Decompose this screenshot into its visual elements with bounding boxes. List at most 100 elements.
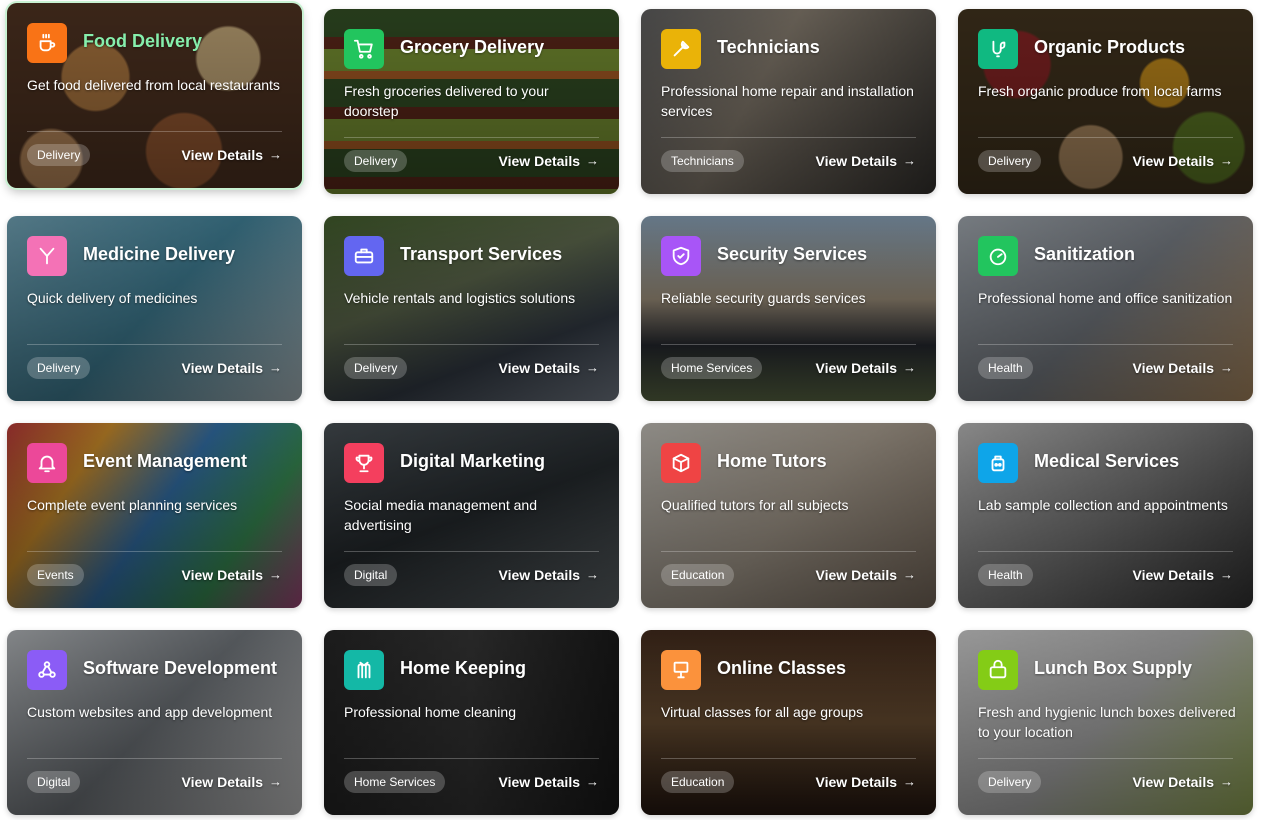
divider [27,344,282,345]
arrow-right-icon: → [269,360,282,375]
card-food-delivery[interactable]: Food Delivery Get food delivered from lo… [7,3,302,188]
divider [344,344,599,345]
category-badge: Education [661,771,735,793]
card-title: Technicians [717,37,820,57]
arrow-right-icon: → [269,774,282,789]
coffee-cup-icon [27,23,67,63]
view-details-link[interactable]: View Details → [499,151,599,171]
card-description: Custom websites and app development [27,704,273,720]
view-details-link[interactable]: View Details → [816,151,916,171]
card-description: Quick delivery of medicines [27,290,198,306]
category-badge: Delivery [27,357,91,379]
category-badge: Digital [27,771,81,793]
lunch-box-icon [978,650,1018,690]
card-home-keeping[interactable]: Home Keeping Professional home cleaning … [324,630,619,815]
card-organic-products[interactable]: Organic Products Fresh organic produce f… [958,9,1253,194]
category-badge: Delivery [978,771,1042,793]
card-online-classes[interactable]: Online Classes Virtual classes for all a… [641,630,936,815]
arrow-right-icon: → [1220,153,1233,168]
view-details-link[interactable]: View Details → [1133,565,1233,585]
card-title: Home Keeping [400,658,527,678]
view-details-label: View Details [498,153,580,169]
card-title: Lunch Box Supply [1034,658,1193,678]
view-details-label: View Details [498,774,580,790]
broom-icon [344,650,384,690]
view-details-link[interactable]: View Details → [499,358,599,378]
view-details-label: View Details [498,360,580,376]
card-home-tutors[interactable]: Home Tutors Qualified tutors for all sub… [641,423,936,608]
view-details-label: View Details [181,360,263,376]
card-technicians[interactable]: Technicians Professional home repair and… [641,9,936,194]
card-description: Vehicle rentals and logistics solutions [344,290,576,306]
view-details-label: View Details [181,147,263,163]
card-title: Home Tutors [717,451,827,471]
divider [661,551,916,552]
view-details-link[interactable]: View Details → [816,565,916,585]
card-title: Medical Services [1034,451,1180,471]
card-software-development[interactable]: Software Development Custom websites and… [7,630,302,815]
arrow-right-icon: → [586,153,599,168]
category-badge: Digital [344,564,398,586]
view-details-label: View Details [815,567,897,583]
category-badge: Education [661,564,735,586]
view-details-link[interactable]: View Details → [499,565,599,585]
category-badge: Events [27,564,84,586]
divider [27,131,282,132]
card-description: Get food delivered from local restaurant… [27,77,280,93]
shopping-cart-icon [344,29,384,69]
card-medical-services[interactable]: Medical Services Lab sample collection a… [958,423,1253,608]
arrow-right-icon: → [269,147,282,162]
medicine-icon [27,236,67,276]
card-event-management[interactable]: Event Management Complete event planning… [7,423,302,608]
cube-icon [661,443,701,483]
card-title: Transport Services [400,244,563,264]
card-title: Sanitization [1034,244,1136,264]
card-medicine-delivery[interactable]: Medicine Delivery Quick delivery of medi… [7,216,302,401]
view-details-link[interactable]: View Details → [1133,772,1233,792]
presentation-icon [661,650,701,690]
card-title: Event Management [83,451,248,471]
divider [661,758,916,759]
arrow-right-icon: → [903,567,916,582]
card-security-services[interactable]: Security Services Reliable security guar… [641,216,936,401]
card-description: Professional home cleaning [344,704,516,720]
gauge-icon [978,236,1018,276]
view-details-link[interactable]: View Details → [1133,151,1233,171]
card-title: Digital Marketing [400,451,546,471]
category-badge: Health [978,564,1033,586]
view-details-link[interactable]: View Details → [499,772,599,792]
view-details-link[interactable]: View Details → [816,772,916,792]
card-description: Social media management and advertising [344,497,538,533]
divider [27,758,282,759]
view-details-link[interactable]: View Details → [182,772,282,792]
view-details-link[interactable]: View Details → [182,565,282,585]
card-description: Fresh groceries delivered to your doorst… [344,83,549,119]
view-details-label: View Details [181,567,263,583]
view-details-label: View Details [815,360,897,376]
card-lunch-box-supply[interactable]: Lunch Box Supply Fresh and hygienic lunc… [958,630,1253,815]
sprout-icon [978,29,1018,69]
view-details-link[interactable]: View Details → [1133,358,1233,378]
view-details-link[interactable]: View Details → [182,358,282,378]
card-description: Complete event planning services [27,497,238,513]
view-details-label: View Details [181,774,263,790]
divider [344,551,599,552]
view-details-label: View Details [1132,153,1214,169]
trophy-icon [344,443,384,483]
bell-icon [27,443,67,483]
arrow-right-icon: → [903,360,916,375]
divider [978,758,1233,759]
divider [27,551,282,552]
view-details-link[interactable]: View Details → [816,358,916,378]
view-details-label: View Details [1132,774,1214,790]
divider [344,137,599,138]
card-title: Organic Products [1034,37,1186,57]
view-details-link[interactable]: View Details → [182,145,282,165]
category-badge: Delivery [978,150,1042,172]
divider [978,344,1233,345]
card-digital-marketing[interactable]: Digital Marketing Social media managemen… [324,423,619,608]
card-grocery-delivery[interactable]: Grocery Delivery Fresh groceries deliver… [324,9,619,194]
arrow-right-icon: → [1220,774,1233,789]
card-sanitization[interactable]: Sanitization Professional home and offic… [958,216,1253,401]
card-transport-services[interactable]: Transport Services Vehicle rentals and l… [324,216,619,401]
